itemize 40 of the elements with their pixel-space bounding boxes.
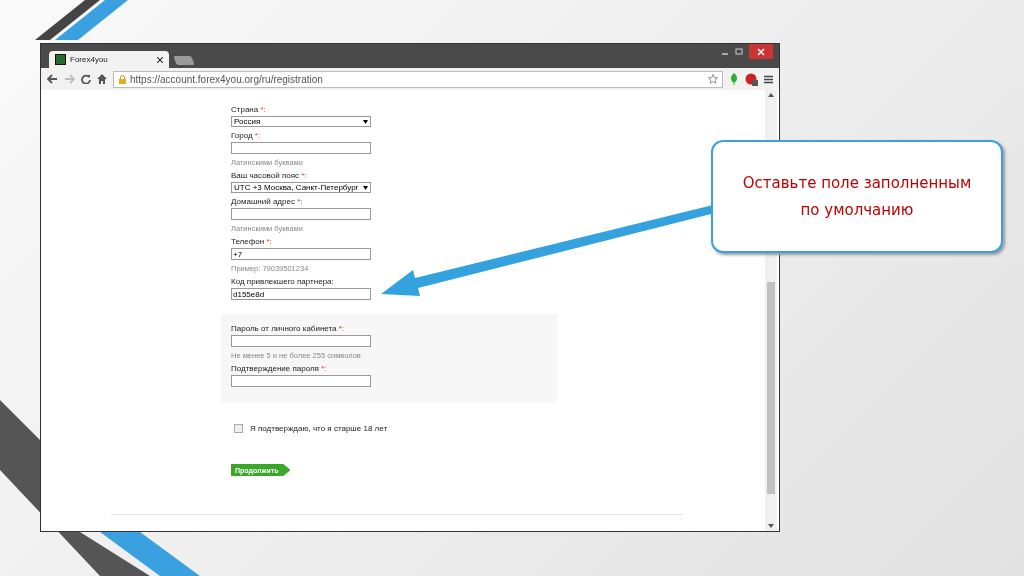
field-label: Страна *: (231, 105, 266, 115)
close-icon[interactable] (157, 56, 163, 63)
checkbox-label: Я подтверждаю, что я старше 18 лет (250, 424, 388, 433)
dropdown[interactable]: Россия (231, 116, 371, 127)
callout-text: Оставьте поле заполненным по умолчанию (741, 172, 973, 221)
dropdown[interactable]: UTC +3 Москва, Санкт-Петербург (231, 182, 371, 193)
url-text: https://account.forex4you.org/ru/registration (130, 73, 323, 85)
browser-tab[interactable]: Forex4you (49, 51, 169, 68)
input-field[interactable]: +7 (231, 248, 371, 260)
scroll-up-icon[interactable] (768, 93, 774, 97)
scroll-down-icon[interactable] (768, 524, 774, 528)
input-field[interactable] (231, 142, 371, 154)
field-label: Код привлекшего партнера: (231, 277, 334, 287)
favicon-icon (55, 54, 66, 65)
input-field[interactable] (231, 375, 371, 387)
field-label: Домашний адрес *: (231, 197, 303, 207)
caret-icon (363, 119, 368, 124)
caret-icon (363, 185, 368, 190)
home-icon[interactable] (97, 74, 107, 84)
leaf-icon[interactable] (729, 73, 739, 85)
tab-title: Forex4you (70, 55, 109, 64)
reload-icon[interactable] (81, 74, 91, 84)
star-icon[interactable] (708, 74, 718, 84)
input-field[interactable]: d155e8d (231, 288, 371, 300)
close-icon (757, 47, 765, 56)
checkbox[interactable] (234, 424, 243, 433)
back-icon[interactable] (47, 74, 58, 84)
close-button[interactable] (749, 44, 773, 59)
field-label: Ваш часовой пояс *: (231, 171, 307, 181)
field-label: Телефон *: (231, 237, 272, 247)
maximize-icon[interactable] (735, 48, 743, 56)
new-tab-button[interactable] (173, 56, 195, 65)
field-label: Подтверждение пароля *: (231, 364, 327, 374)
address-bar[interactable]: https://account.forex4you.org/ru/registration (113, 70, 723, 88)
field-label: Пароль от личного кабинета *: (231, 324, 345, 334)
input-field[interactable] (231, 208, 371, 220)
input-field[interactable] (231, 335, 371, 347)
field-label: Город *: (231, 131, 261, 141)
lock-icon (118, 74, 127, 84)
menu-icon[interactable] (764, 74, 773, 84)
